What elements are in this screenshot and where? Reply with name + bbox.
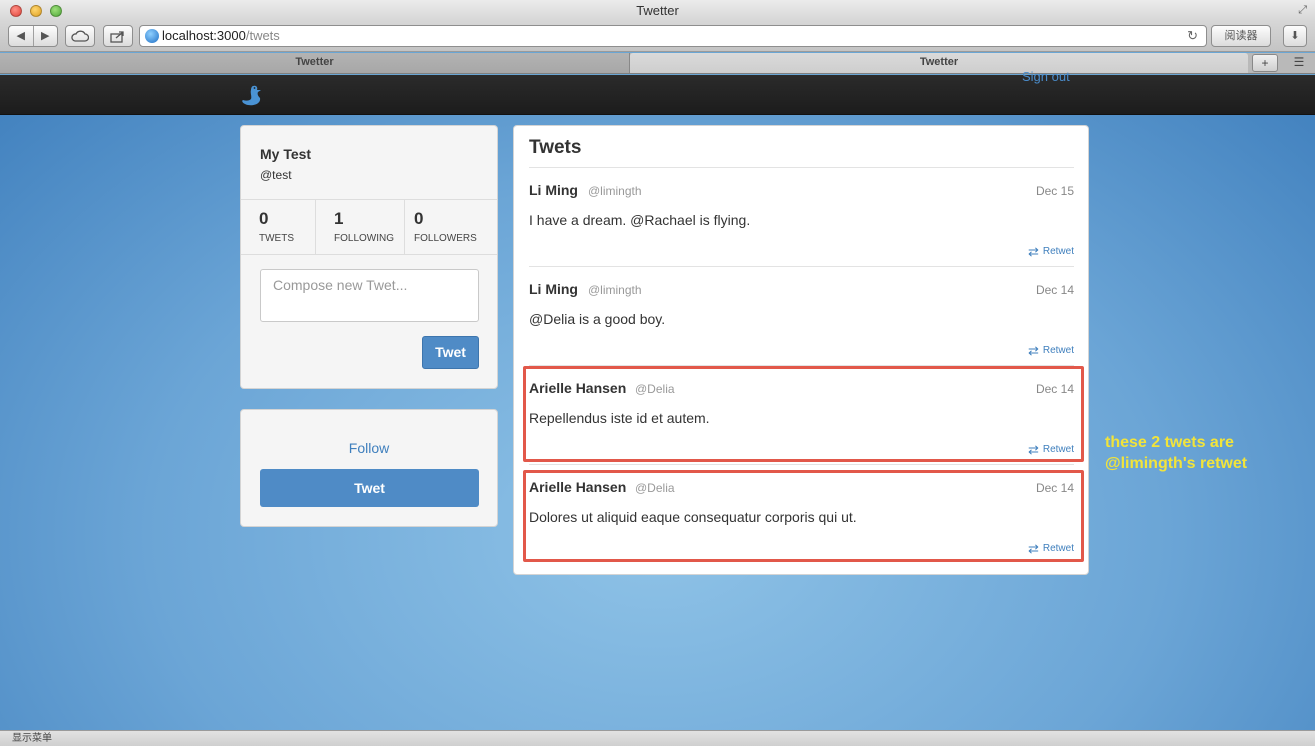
stat-value: 1 <box>334 209 344 228</box>
follow-card: Follow Twet <box>240 409 498 527</box>
submit-twet-button[interactable]: Twet <box>422 336 479 369</box>
share-button[interactable] <box>103 25 133 47</box>
stat-label: TWETS <box>259 233 294 244</box>
compose-twet-input[interactable] <box>260 269 479 322</box>
minimize-window-icon[interactable] <box>30 5 42 17</box>
twet-date: Dec 14 <box>1035 481 1074 495</box>
twet-date: Dec 14 <box>1035 382 1074 396</box>
window-title: Twetter <box>636 3 679 18</box>
close-window-icon[interactable] <box>10 5 22 17</box>
url-path: /twets <box>245 28 280 43</box>
twet-item: Arielle Hansen @Delia Dec 14 Dolores ut … <box>529 465 1074 564</box>
reload-icon[interactable]: ↻ <box>1187 26 1198 46</box>
twet-item: Li Ming @limingth Dec 15 I have a dream.… <box>529 168 1074 267</box>
profile-name: My Test <box>260 146 312 162</box>
fullscreen-icon[interactable]: ⤢ <box>1298 4 1307 16</box>
page-body: Sign out My Test @test 0 TWETS 1 FOLLOWI… <box>0 69 1315 730</box>
retwet-icon: ⇄ <box>1027 342 1039 358</box>
twet-author-handle[interactable]: @Delia <box>635 382 675 396</box>
globe-icon <box>145 29 159 43</box>
share-icon <box>110 31 124 43</box>
twet-text: I have a dream. @Rachael is flying. <box>529 212 751 228</box>
retwet-button[interactable]: ⇄ Retwet <box>1027 540 1074 556</box>
tab-list-icon[interactable]: ☰ <box>1286 54 1312 72</box>
site-navbar: Sign out <box>0 69 1315 115</box>
retwet-label: Retwet <box>1042 543 1074 554</box>
twet-author-name[interactable]: Li Ming <box>529 182 578 198</box>
zoom-window-icon[interactable] <box>50 5 62 17</box>
annotation-line: @limingth's retwet <box>1105 455 1248 472</box>
twet-author-name[interactable]: Li Ming <box>529 281 578 297</box>
stat-label: FOLLOWING <box>334 233 395 244</box>
download-icon: ⬇ <box>1290 30 1300 42</box>
retwet-icon: ⇄ <box>1027 441 1039 457</box>
stat-value: 0 <box>259 209 269 228</box>
duck-logo-icon[interactable] <box>240 83 264 109</box>
retwet-label: Retwet <box>1042 345 1074 356</box>
stat-twets[interactable]: 0 TWETS <box>241 200 316 254</box>
twet-text: @Delia is a good boy. <box>529 311 666 327</box>
tab-bar: Twetter Twetter + ☰ <box>0 53 1315 74</box>
icloud-tabs-button[interactable] <box>65 25 95 47</box>
forward-icon[interactable]: ▶ <box>34 26 58 46</box>
twet-author-handle[interactable]: @limingth <box>588 283 642 297</box>
stat-value: 0 <box>414 209 424 228</box>
twet-date: Dec 15 <box>1035 184 1074 198</box>
retwet-icon: ⇄ <box>1027 243 1039 259</box>
status-bar: 显示菜单 <box>0 730 1315 746</box>
retwet-icon: ⇄ <box>1027 540 1039 556</box>
stat-followers[interactable]: 0 FOLLOWERS <box>405 200 497 254</box>
retwet-button[interactable]: ⇄ Retwet <box>1027 441 1074 457</box>
annotation-line: these 2 twets are <box>1105 434 1234 451</box>
url-host: localhost:3000 <box>162 28 246 43</box>
twets-feed: Twets Li Ming @limingth Dec 15 I have a … <box>513 125 1089 575</box>
profile-stats: 0 TWETS 1 FOLLOWING 0 FOLLOWERS <box>241 199 497 255</box>
twet-button[interactable]: Twet <box>260 469 479 507</box>
downloads-button[interactable]: ⬇ <box>1283 25 1307 47</box>
stat-following[interactable]: 1 FOLLOWING <box>316 200 405 254</box>
profile-card: My Test @test 0 TWETS 1 FOLLOWING 0 FOLL… <box>240 125 498 389</box>
retwet-label: Retwet <box>1042 246 1074 257</box>
twet-item: Arielle Hansen @Delia Dec 14 Repellendus… <box>529 366 1074 465</box>
reader-button[interactable]: 阅读器 <box>1211 25 1271 47</box>
twet-item: Li Ming @limingth Dec 14 @Delia is a goo… <box>529 267 1074 366</box>
annotation-note: these 2 twets are @limingth's retwet <box>1105 432 1247 474</box>
profile-handle: @test <box>260 168 292 182</box>
twet-text: Dolores ut aliquid eaque consequatur cor… <box>529 509 857 525</box>
cloud-icon <box>71 30 90 42</box>
back-forward-group: ◀ ▶ <box>8 25 58 47</box>
feed-title: Twets <box>529 137 582 158</box>
twet-author-handle[interactable]: @Delia <box>635 481 675 495</box>
retwet-button[interactable]: ⇄ Retwet <box>1027 342 1074 358</box>
retwet-label: Retwet <box>1042 444 1074 455</box>
twet-author-name[interactable]: Arielle Hansen <box>529 380 626 396</box>
twet-date: Dec 14 <box>1035 283 1074 297</box>
new-tab-icon[interactable]: + <box>1252 54 1278 72</box>
twet-author-handle[interactable]: @limingth <box>588 184 642 198</box>
back-icon[interactable]: ◀ <box>9 26 34 46</box>
stat-label: FOLLOWERS <box>414 233 477 244</box>
twet-text: Repellendus iste id et autem. <box>529 410 710 426</box>
follow-link[interactable]: Follow <box>241 440 497 456</box>
retwet-button[interactable]: ⇄ Retwet <box>1027 243 1074 259</box>
tab-twetter-2[interactable]: Twetter <box>630 53 1248 73</box>
sign-out-link[interactable]: Sign out <box>1022 69 1070 84</box>
twet-author-name[interactable]: Arielle Hansen <box>529 479 626 495</box>
address-bar[interactable]: localhost:3000/twets ↻ <box>139 25 1207 47</box>
window-titlebar: Twetter ⤢ <box>0 0 1315 22</box>
browser-toolbar: ◀ ▶ localhost:3000/twets ↻ 阅读器 ⬇ <box>0 22 1315 52</box>
tab-twetter-1[interactable]: Twetter <box>0 53 630 73</box>
